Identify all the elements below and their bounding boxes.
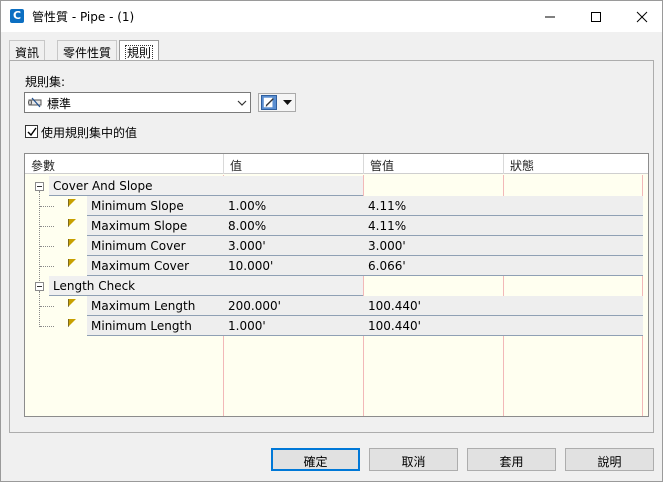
pipe-value: 100.440': [364, 296, 643, 316]
param-value[interactable]: 1.000': [224, 316, 364, 336]
ruleset-selected-value: 標準: [47, 97, 72, 111]
close-button[interactable]: [619, 1, 663, 32]
tab-label: 規則: [125, 45, 154, 61]
use-ruleset-values-checkbox[interactable]: [25, 125, 38, 138]
param-value[interactable]: 200.000': [224, 296, 364, 316]
tree-line: [40, 306, 54, 307]
minimize-icon: [545, 16, 555, 18]
group-name: Length Check: [49, 276, 363, 296]
pipe-value: 100.440': [364, 316, 643, 336]
tab-part-properties[interactable]: 零件性質: [57, 40, 118, 60]
table-row[interactable]: Maximum Slope 8.00% 4.11%: [25, 216, 648, 236]
table-row[interactable]: Minimum Cover 3.000' 3.000': [25, 236, 648, 256]
table-row[interactable]: Maximum Length 200.000' 100.440': [25, 296, 648, 316]
table-row[interactable]: Maximum Cover 10.000' 6.066': [25, 256, 648, 276]
cancel-button[interactable]: 取消: [369, 448, 458, 471]
header-pipe-value[interactable]: 管值: [364, 154, 504, 174]
tree-line: [40, 266, 54, 267]
close-icon: [636, 11, 648, 23]
group-row-cover-and-slope[interactable]: Cover And Slope: [25, 176, 648, 196]
tab-rules[interactable]: 規則: [119, 40, 160, 61]
tab-label: 資訊: [15, 46, 40, 60]
rule-flag-icon: [68, 299, 76, 307]
param-value[interactable]: 1.00%: [224, 196, 364, 216]
maximize-button[interactable]: [573, 1, 619, 32]
param-name: Minimum Cover: [87, 236, 224, 256]
maximize-icon: [591, 12, 601, 22]
pipe-rule-icon: [28, 97, 42, 108]
rule-flag-icon: [68, 199, 76, 207]
use-ruleset-values-label: 使用規則集中的值: [41, 126, 138, 140]
pipe-properties-dialog: C 管性質 - Pipe - (1) 資訊 零件性質 規則 規則集: 標準 使用…: [0, 0, 663, 482]
group-name: Cover And Slope: [49, 176, 363, 196]
pipe-value: 6.066': [364, 256, 643, 276]
param-name: Maximum Length: [87, 296, 224, 316]
table-row[interactable]: Minimum Slope 1.00% 4.11%: [25, 196, 648, 216]
rule-flag-icon: [68, 319, 76, 327]
tab-label: 零件性質: [63, 46, 112, 60]
ruleset-dropdown[interactable]: 標準: [24, 92, 251, 113]
param-name: Minimum Length: [87, 316, 224, 336]
edit-ruleset-button[interactable]: [258, 93, 296, 112]
grid-header: 參數 值 管值 狀態: [25, 154, 648, 174]
table-row[interactable]: Minimum Length 1.000' 100.440': [25, 316, 648, 336]
edit-pencil-icon: [261, 95, 277, 110]
ruleset-label: 規則集:: [25, 75, 66, 89]
tree-line: [40, 206, 54, 207]
tree-line: [40, 326, 54, 327]
help-button[interactable]: 說明: [565, 448, 654, 471]
minimize-button[interactable]: [527, 1, 573, 32]
rule-flag-icon: [68, 219, 76, 227]
checkmark-icon: [27, 127, 37, 137]
group-row-length-check[interactable]: Length Check: [25, 276, 648, 296]
collapse-toggle[interactable]: [35, 182, 44, 191]
param-value[interactable]: 10.000': [224, 256, 364, 276]
rule-flag-icon: [68, 259, 76, 267]
param-name: Maximum Cover: [87, 256, 224, 276]
param-name: Minimum Slope: [87, 196, 224, 216]
rules-grid: 參數 值 管值 狀態 Cover And Slope Minimum Slope…: [24, 153, 649, 417]
chevron-down-icon: [237, 100, 247, 106]
title-bar: C 管性質 - Pipe - (1): [1, 1, 662, 32]
collapse-toggle[interactable]: [35, 282, 44, 291]
civil3d-app-icon: C: [10, 9, 24, 23]
window-title: 管性質 - Pipe - (1): [32, 10, 135, 24]
header-status[interactable]: 狀態: [504, 154, 644, 174]
param-value[interactable]: 3.000': [224, 236, 364, 256]
header-parameter[interactable]: 參數: [25, 154, 224, 174]
tree-line: [40, 226, 54, 227]
param-value[interactable]: 8.00%: [224, 216, 364, 236]
tree-line: [40, 246, 54, 247]
param-name: Maximum Slope: [87, 216, 224, 236]
header-value[interactable]: 值: [224, 154, 364, 174]
tab-information[interactable]: 資訊: [9, 40, 46, 60]
dropdown-arrow-icon: [283, 100, 292, 105]
pipe-value: 3.000': [364, 236, 643, 256]
ok-button[interactable]: 確定: [271, 448, 360, 471]
rule-flag-icon: [68, 239, 76, 247]
pipe-value: 4.11%: [364, 196, 643, 216]
pipe-value: 4.11%: [364, 216, 643, 236]
apply-button[interactable]: 套用: [467, 448, 556, 471]
